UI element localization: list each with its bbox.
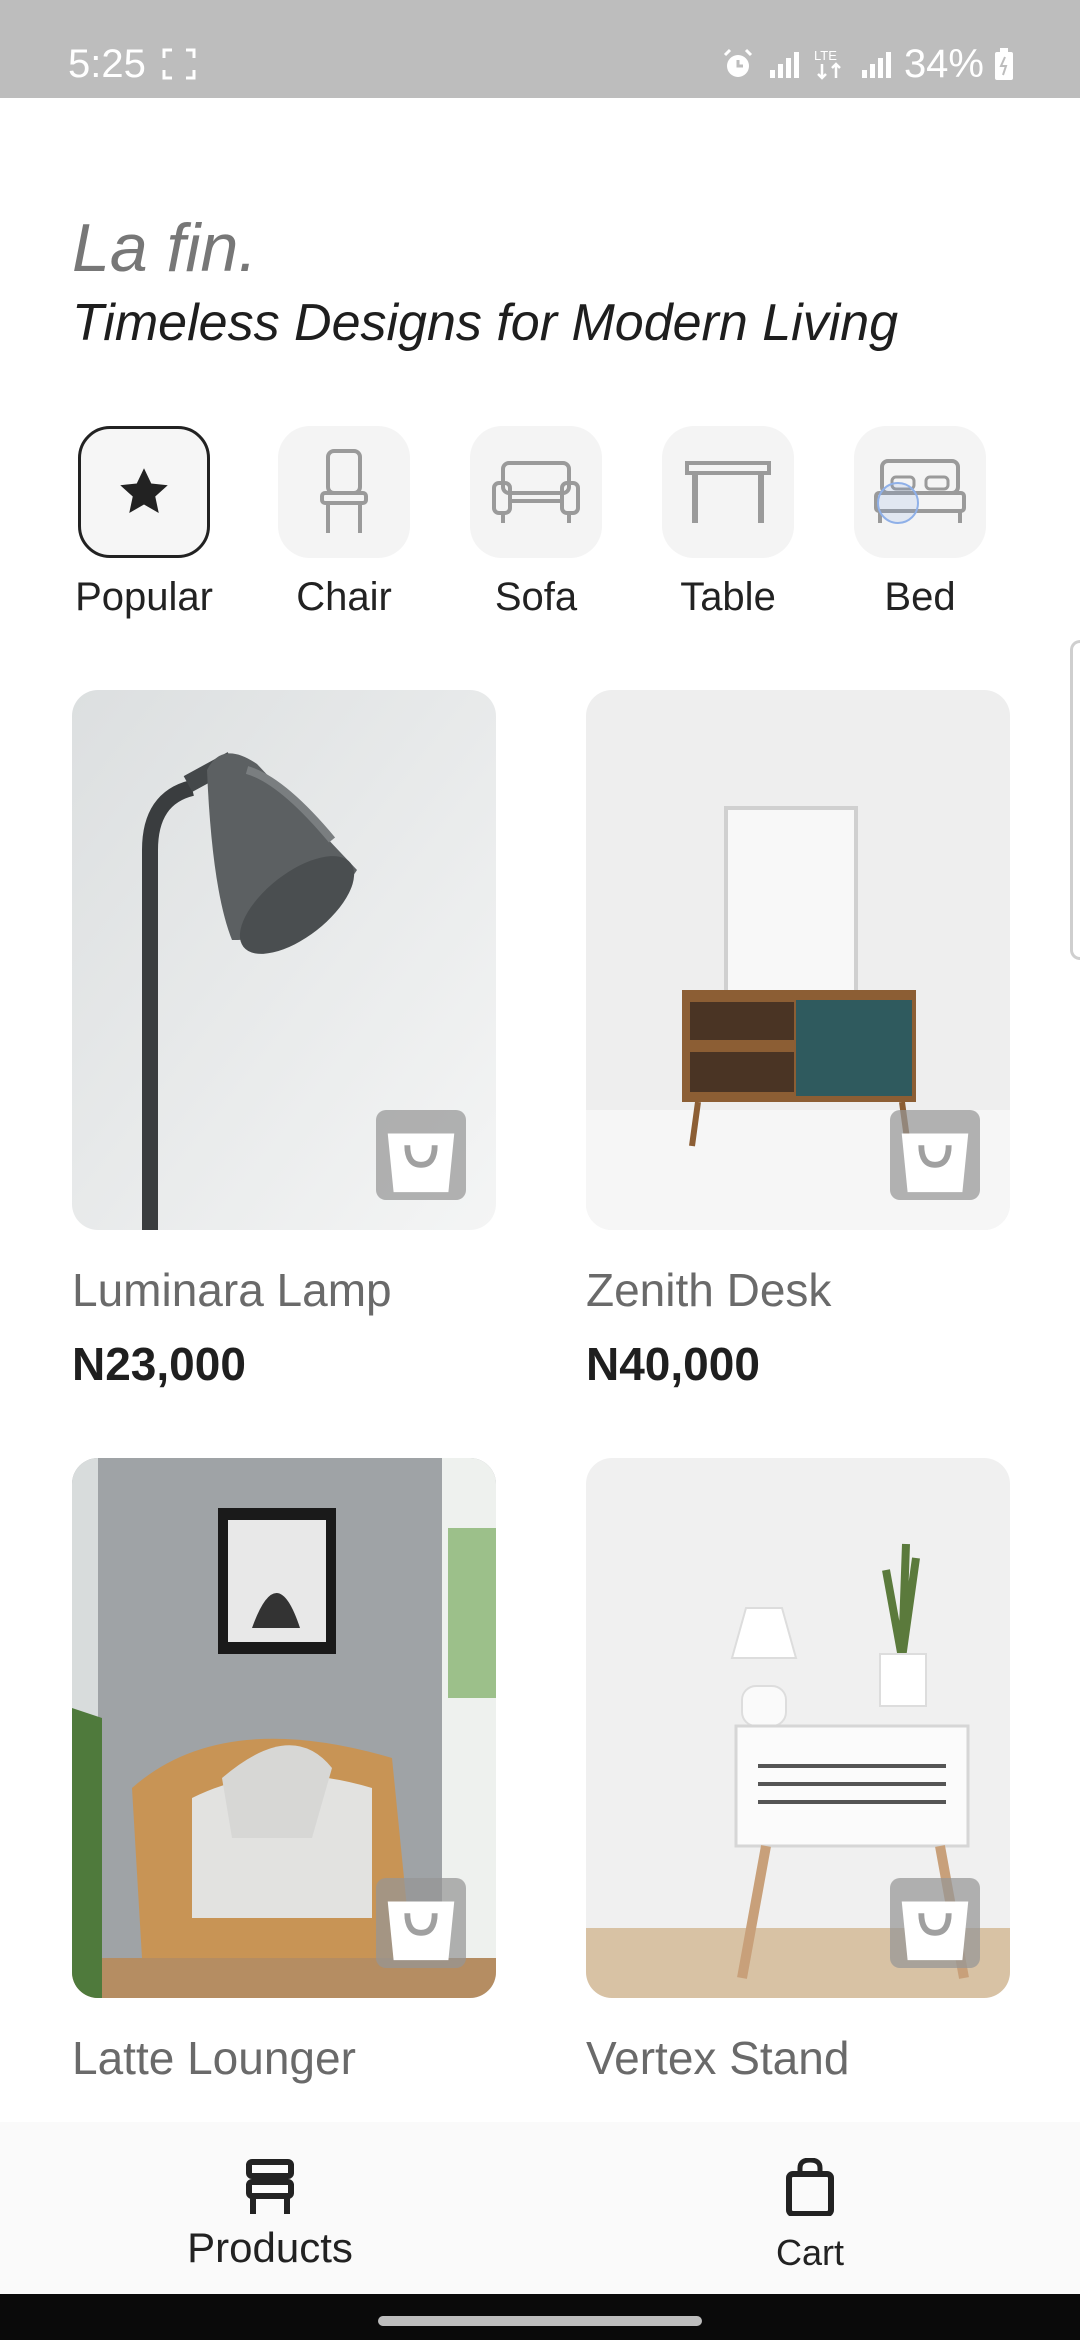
product-card-luminara-lamp[interactable]: Luminara Lamp N23,000	[72, 690, 496, 1410]
bottom-navigation: Products Cart	[0, 2122, 1080, 2294]
product-card-zenith-desk[interactable]: Zenith Desk N40,000	[586, 690, 1010, 1410]
category-sofa[interactable]: Sofa	[436, 426, 636, 626]
category-popular[interactable]: Popular	[44, 426, 244, 626]
alarm-icon	[723, 48, 752, 77]
store-icon	[246, 2159, 294, 2214]
category-label: Chair	[296, 575, 392, 619]
category-label: Table	[680, 575, 776, 619]
shopping-bag-icon	[901, 1133, 969, 1193]
lte-icon: LTE	[814, 48, 841, 80]
tagline: Timeless Designs for Modern Living	[72, 294, 899, 352]
category-bed[interactable]: Bed	[820, 426, 1020, 626]
nav-label: Cart	[775, 2232, 844, 2273]
status-time: 5:25	[68, 42, 146, 86]
svg-text:LTE: LTE	[814, 48, 837, 63]
nav-cart[interactable]: Cart	[720, 2122, 900, 2294]
category-label: Bed	[884, 575, 956, 619]
system-navigation-bar	[0, 2294, 1080, 2340]
add-to-cart-button[interactable]	[376, 1878, 466, 1968]
bed-icon	[874, 459, 966, 524]
battery-percentage: 34%	[903, 42, 984, 86]
nav-label: Products	[187, 2224, 353, 2271]
status-bar: 5:25 LTE 34%	[0, 0, 1080, 98]
star-icon	[120, 468, 168, 513]
category-chair-tile[interactable]	[278, 426, 410, 558]
product-card-latte-lounger[interactable]	[72, 1458, 496, 2018]
home-gesture-pill[interactable]	[378, 2316, 702, 2326]
brand-logo-text: La fin.	[72, 210, 258, 286]
shopping-bag-icon	[786, 2158, 834, 2216]
category-sofa-tile[interactable]	[470, 426, 602, 558]
signal-icon	[769, 52, 799, 78]
category-label: Sofa	[494, 575, 578, 619]
product-image[interactable]	[72, 1458, 496, 1998]
add-to-cart-button[interactable]	[890, 1878, 980, 1968]
product-image[interactable]	[586, 690, 1010, 1230]
battery-icon	[995, 48, 1013, 80]
category-table[interactable]: Table	[628, 426, 828, 626]
product-image[interactable]	[72, 690, 496, 1230]
category-bed-tile[interactable]	[854, 426, 986, 558]
add-to-cart-button[interactable]	[890, 1110, 980, 1200]
product-name: Zenith Desk	[586, 1264, 832, 1316]
product-image[interactable]	[586, 1458, 1010, 1998]
table-icon	[685, 461, 771, 523]
nav-products[interactable]: Products	[180, 2122, 360, 2294]
shopping-bag-icon	[901, 1901, 969, 1961]
product-price: N40,000	[586, 1338, 760, 1390]
shopping-bag-icon	[387, 1901, 455, 1961]
signal-icon	[861, 52, 891, 78]
product-name: Luminara Lamp	[72, 1264, 392, 1316]
product-price: N23,000	[72, 1338, 246, 1390]
screenshot-icon	[162, 48, 196, 80]
product-name: Vertex Stand	[586, 2032, 850, 2084]
category-label: Popular	[75, 575, 213, 619]
category-bar: Popular Chair Sofa Table Bed	[0, 426, 1080, 626]
category-table-tile[interactable]	[662, 426, 794, 558]
chair-icon	[320, 449, 368, 533]
product-card-vertex-stand[interactable]	[586, 1458, 1010, 2018]
category-chair[interactable]: Chair	[244, 426, 444, 626]
shopping-bag-icon	[387, 1133, 455, 1193]
add-to-cart-button[interactable]	[376, 1110, 466, 1200]
edge-panel-handle[interactable]	[1070, 640, 1080, 960]
clipped-product-names: Latte Lounger Vertex Stand	[0, 2030, 1080, 2120]
product-name: Latte Lounger	[72, 2032, 356, 2084]
sofa-icon	[492, 461, 580, 523]
category-popular-tile[interactable]	[78, 426, 210, 558]
